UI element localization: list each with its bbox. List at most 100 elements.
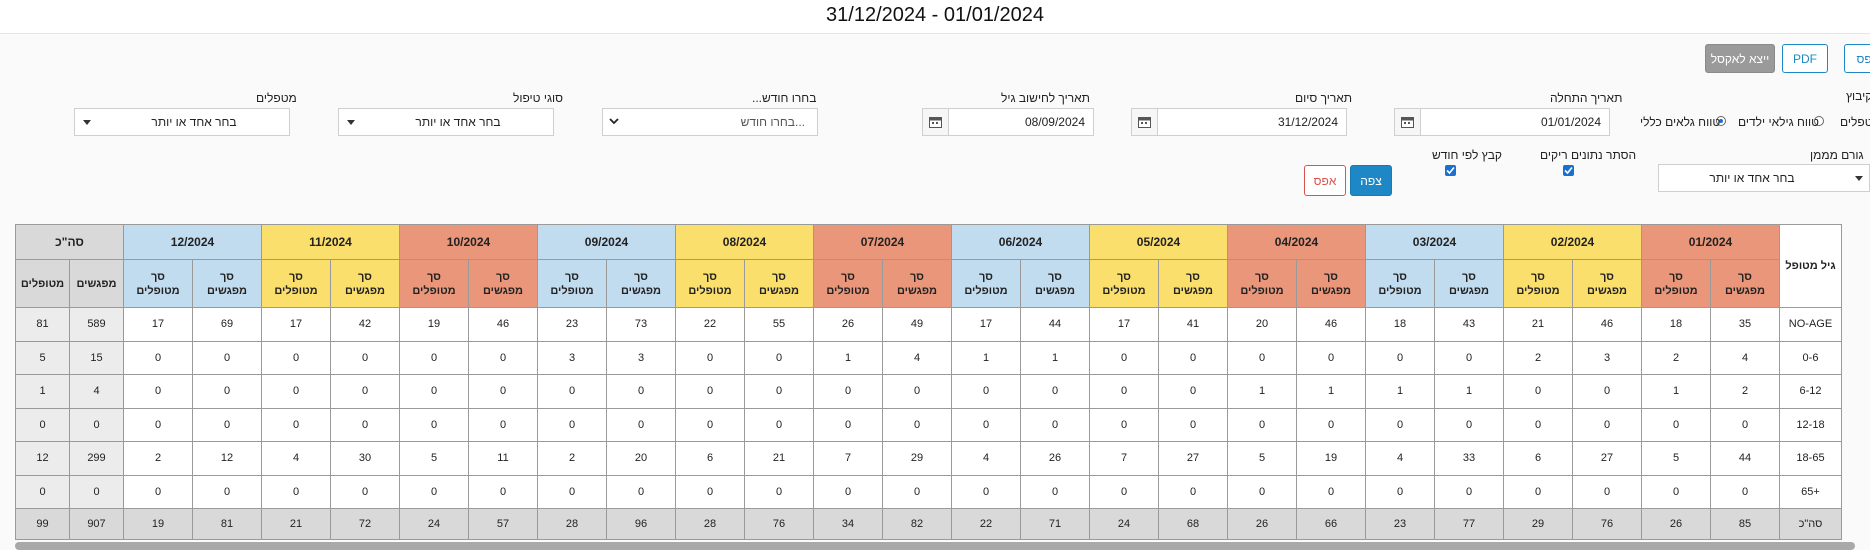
value-cell: 0 [468, 340, 538, 375]
month-header: 08/2024 [675, 224, 814, 260]
value-cell: 27 [1572, 441, 1642, 476]
value-cell: 0 [1434, 340, 1504, 375]
value-cell: 41 [1158, 307, 1228, 342]
total-row-cell: 34 [813, 508, 883, 540]
export-excel-button[interactable]: ייצא לאקסל [1705, 44, 1775, 73]
value-cell: 0 [1020, 407, 1090, 442]
value-cell: 0 [261, 407, 331, 442]
value-cell: 0 [123, 474, 193, 509]
total-row-cell: 19 [123, 508, 193, 540]
start-date-field[interactable]: 01/01/2024 [1394, 108, 1610, 136]
group-by-month-checkbox[interactable] [1445, 165, 1456, 176]
total-cell: 5 [15, 340, 70, 375]
value-cell: 0 [1641, 474, 1711, 509]
value-cell: 2 [1641, 340, 1711, 375]
meetings-subheader: סך מפגשים [1296, 259, 1366, 308]
reset-button[interactable]: אפס [1304, 165, 1346, 196]
value-cell: 0 [330, 340, 400, 375]
calendar-icon[interactable] [1132, 109, 1158, 135]
value-cell: 26 [813, 307, 883, 342]
value-cell: 17 [1089, 307, 1159, 342]
value-cell: 0 [744, 340, 814, 375]
age-range-cell: 18-65 [1779, 441, 1842, 476]
report-table: גיל מטופל 01/2024 02/2024 03/2024 04/2024 05/… [15, 224, 1842, 540]
view-button[interactable]: צפה [1350, 165, 1392, 196]
value-cell: 0 [1710, 474, 1780, 509]
value-cell: 2 [1503, 340, 1573, 375]
value-cell: 3 [606, 340, 676, 375]
value-cell: 43 [1434, 307, 1504, 342]
patients-subheader: סך מטופלים [1503, 259, 1573, 308]
value-cell: 0 [675, 374, 745, 409]
report-title: 31/12/2024 - 01/01/2024 [0, 0, 1870, 34]
calendar-icon[interactable] [923, 109, 949, 135]
funder-label: גורם מממן [1810, 148, 1864, 162]
pdf-button[interactable]: PDF [1782, 44, 1828, 73]
end-date-label: תאריך סיום [1295, 91, 1353, 105]
value-cell: 0 [192, 474, 262, 509]
table-row: NO-AGE 35 18 46 21 43 18 46 20 41 17 44 17 49 26 55 22 73… [15, 307, 1842, 342]
month-header: 10/2024 [399, 224, 538, 260]
month-header: 04/2024 [1227, 224, 1366, 260]
value-cell: 0 [1089, 374, 1159, 409]
check-icon [1446, 166, 1455, 175]
therapists-select[interactable]: בחר אחד או יותר [74, 108, 290, 136]
patients-subheader: סך מטופלים [675, 259, 745, 308]
age-column-header: גיל מטופל [1779, 224, 1842, 308]
total-row-cell: 21 [261, 508, 331, 540]
end-date-field[interactable]: 31/12/2024 [1131, 108, 1347, 136]
funder-select[interactable]: בחר אחד או יותר [1658, 164, 1870, 192]
value-cell: 35 [1710, 307, 1780, 342]
value-cell: 5 [1641, 441, 1711, 476]
value-cell: 0 [123, 407, 193, 442]
value-cell: 0 [606, 407, 676, 442]
value-cell: 0 [399, 474, 469, 509]
value-cell: 1 [1020, 340, 1090, 375]
total-row-cell: 23 [1365, 508, 1435, 540]
value-cell: 29 [882, 441, 952, 476]
print-button[interactable]: הדפס [1844, 44, 1870, 73]
value-cell: 0 [675, 340, 745, 375]
meetings-subheader: סך מפגשים [1434, 259, 1504, 308]
meetings-subheader: סך מפגשים [1572, 259, 1642, 308]
month-header: 07/2024 [813, 224, 952, 260]
hide-empty-checkbox[interactable] [1563, 165, 1574, 176]
age-range-cell: 6-12 [1779, 374, 1842, 409]
value-cell: 0 [1572, 374, 1642, 409]
table-row: 0-6 4 2 3 2 0 0 0 0 0 0 1 1 4 1 0 0 3 3 0 0 0 0 0 0 15 5 [15, 340, 1842, 375]
total-meetings-subheader: מפגשים [69, 259, 124, 308]
value-cell: 20 [1227, 307, 1297, 342]
value-cell: 2 [537, 441, 607, 476]
calendar-icon[interactable] [1395, 109, 1421, 135]
value-cell: 7 [1089, 441, 1159, 476]
value-cell: 0 [675, 474, 745, 509]
meetings-subheader: סך מפגשים [606, 259, 676, 308]
total-cell: 12 [15, 441, 70, 476]
total-cell: 1 [15, 374, 70, 409]
age-range-cell: NO-AGE [1779, 307, 1842, 342]
value-cell: 0 [537, 474, 607, 509]
value-cell: 0 [951, 407, 1021, 442]
scrollbar-thumb[interactable] [15, 542, 1855, 550]
value-cell: 46 [1572, 307, 1642, 342]
age-calc-date-field[interactable]: 08/09/2024 [922, 108, 1094, 136]
meetings-subheader: סך מפגשים [1158, 259, 1228, 308]
value-cell: 6 [1503, 441, 1573, 476]
total-header: סה"כ [15, 224, 124, 260]
treatment-types-select[interactable]: בחר אחד או יותר [338, 108, 554, 136]
total-row-cell: 24 [1089, 508, 1159, 540]
value-cell: 0 [813, 407, 883, 442]
month-header: 11/2024 [261, 224, 400, 260]
value-cell: 0 [1434, 407, 1504, 442]
value-cell: 69 [192, 307, 262, 342]
value-cell: 0 [1710, 407, 1780, 442]
meetings-subheader: סך מפגשים [330, 259, 400, 308]
total-row-cell: 29 [1503, 508, 1573, 540]
horizontal-scrollbar[interactable] [15, 542, 1855, 550]
value-cell: 0 [1503, 407, 1573, 442]
patients-subheader: סך מטופלים [399, 259, 469, 308]
month-select[interactable]: בחרו חודש... [602, 108, 818, 136]
value-cell: 0 [1020, 474, 1090, 509]
value-cell: 0 [1227, 474, 1297, 509]
value-cell: 3 [1572, 340, 1642, 375]
